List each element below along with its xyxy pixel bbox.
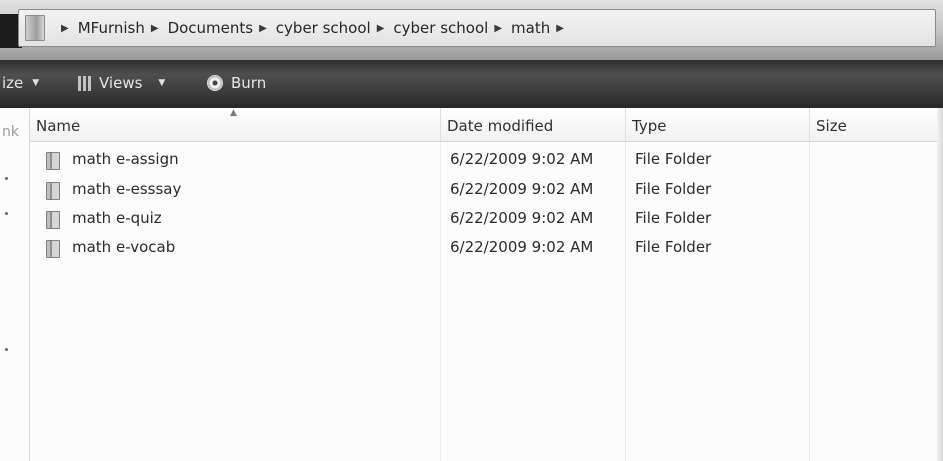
chevron-right-icon[interactable]: ▶: [377, 23, 385, 34]
chevron-right-icon[interactable]: ▶: [151, 23, 159, 34]
item-date-modified: 6/22/2009 9:02 AM: [450, 150, 594, 168]
organize-button[interactable]: ize ▼: [2, 74, 39, 92]
chevron-down-icon: ▼: [32, 78, 40, 88]
item-name: math e-vocab: [72, 238, 176, 256]
item-type: File Folder: [635, 238, 712, 256]
navigation-pane[interactable]: nk: [0, 108, 30, 461]
breadcrumb-item-math[interactable]: math: [511, 19, 550, 37]
column-header-type-label: Type: [632, 117, 667, 135]
breadcrumb-item-cyber-school-2[interactable]: cyber school: [393, 19, 488, 37]
window-right-edge: [937, 108, 943, 461]
chevron-right-icon[interactable]: ▶: [494, 23, 502, 34]
item-name: math e-quiz: [72, 209, 162, 227]
list-item[interactable]: math e-assign 6/22/2009 9:02 AM File Fol…: [30, 146, 943, 175]
list-item[interactable]: math e-vocab 6/22/2009 9:02 AM File Fold…: [30, 234, 943, 263]
chevron-right-icon[interactable]: ▶: [61, 23, 69, 34]
breadcrumb-item-cyber-school[interactable]: cyber school: [276, 19, 371, 37]
chevron-down-icon[interactable]: ▼: [158, 78, 165, 88]
breadcrumb: ▶ MFurnish ▶ Documents ▶ cyber school ▶ …: [55, 19, 573, 37]
item-name: math e-esssay: [72, 180, 182, 198]
item-type: File Folder: [635, 180, 712, 198]
column-header-size-label: Size: [816, 117, 847, 135]
item-date-modified: 6/22/2009 9:02 AM: [450, 209, 594, 227]
column-header-name[interactable]: Name ▲: [30, 108, 441, 142]
column-header-row: Name ▲ Date modified Type Size: [30, 108, 943, 142]
folder-icon: [25, 15, 45, 41]
breadcrumb-item-mfurnish[interactable]: MFurnish: [78, 19, 145, 37]
item-type: File Folder: [635, 209, 712, 227]
item-name: math e-assign: [72, 150, 179, 168]
item-type: File Folder: [635, 150, 712, 168]
item-date-modified: 6/22/2009 9:02 AM: [450, 180, 594, 198]
list-item[interactable]: math e-esssay 6/22/2009 9:02 AM File Fol…: [30, 176, 943, 205]
column-header-size[interactable]: Size: [810, 108, 943, 142]
views-button[interactable]: Views ▼: [78, 74, 165, 92]
column-header-type[interactable]: Type: [626, 108, 810, 142]
column-header-date-label: Date modified: [447, 117, 554, 135]
chevron-right-icon[interactable]: ▶: [259, 23, 267, 34]
breadcrumb-item-documents[interactable]: Documents: [168, 19, 254, 37]
burn-icon: [207, 75, 223, 91]
command-toolbar: ize ▼ Views ▼ Burn: [0, 60, 943, 108]
views-icon: [78, 75, 92, 91]
burn-label: Burn: [231, 74, 267, 92]
sort-ascending-icon: ▲: [230, 108, 237, 118]
column-header-name-label: Name: [36, 117, 81, 135]
item-date-modified: 6/22/2009 9:02 AM: [450, 238, 594, 256]
address-bar[interactable]: ▶ MFurnish ▶ Documents ▶ cyber school ▶ …: [18, 9, 936, 47]
column-header-date-modified[interactable]: Date modified: [441, 108, 626, 142]
file-list: Name ▲ Date modified Type Size math e-as…: [30, 108, 943, 461]
organize-label: ize: [2, 74, 24, 92]
nav-pane-label[interactable]: nk: [2, 124, 19, 140]
burn-button[interactable]: Burn: [207, 74, 266, 92]
address-bar-area: ▶ MFurnish ▶ Documents ▶ cyber school ▶ …: [0, 0, 943, 60]
folder-icon: [46, 152, 60, 170]
folder-icon: [46, 211, 60, 229]
folder-icon: [46, 182, 60, 200]
explorer-window: ▶ MFurnish ▶ Documents ▶ cyber school ▶ …: [0, 0, 943, 461]
list-item[interactable]: math e-quiz 6/22/2009 9:02 AM File Folde…: [30, 205, 943, 234]
nav-item-dot[interactable]: [5, 177, 8, 180]
folder-icon: [46, 240, 60, 258]
nav-item-dot[interactable]: [5, 212, 8, 215]
views-label: Views: [99, 74, 143, 92]
chevron-right-icon[interactable]: ▶: [556, 23, 564, 34]
nav-item-dot[interactable]: [5, 348, 8, 351]
